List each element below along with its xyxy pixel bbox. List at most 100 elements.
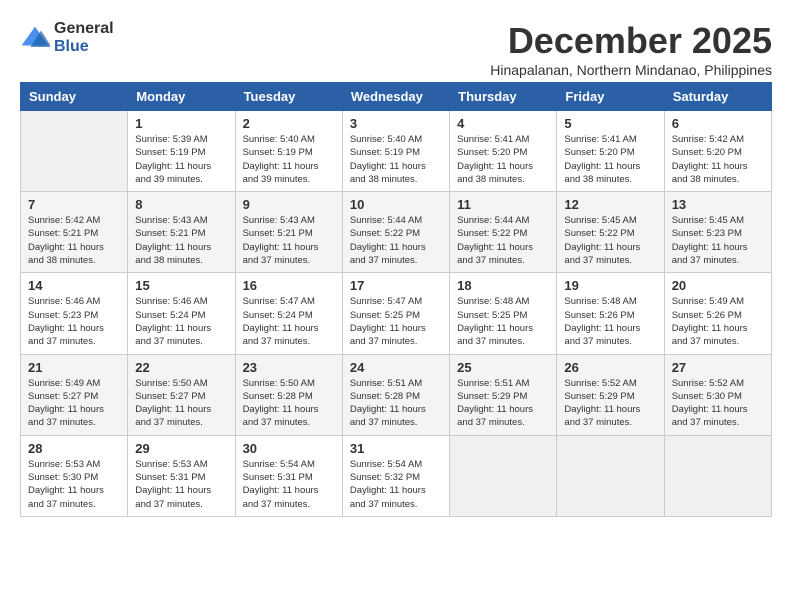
calendar-cell: 19Sunrise: 5:48 AM Sunset: 5:26 PM Dayli… — [557, 273, 664, 354]
calendar-cell: 12 Sunrise: 5:45 AM Sunset: 5:22 PM Dayli… — [557, 192, 664, 273]
cell-info: Sunrise: 5:52 AM Sunset: 5:29 PM Dayligh… — [564, 377, 656, 430]
day-number: 20 — [672, 278, 764, 293]
cell-info: Sunrise: 5:54 AM Sunset: 5:31 PM Dayligh… — [243, 458, 335, 511]
day-number: 5 — [564, 116, 656, 131]
header-cell-friday: Friday — [557, 83, 664, 111]
month-title: December 2025 — [490, 20, 772, 62]
calendar-cell: 2 Sunrise: 5:40 AM Sunset: 5:19 PM Daylig… — [235, 111, 342, 192]
day-number: 17 — [350, 278, 442, 293]
calendar-cell: 6 Sunrise: 5:42 AM Sunset: 5:20 PM Daylig… — [664, 111, 771, 192]
cell-info: Sunrise: 5:50 AM Sunset: 5:28 PM Dayligh… — [243, 377, 335, 430]
calendar-header: SundayMondayTuesdayWednesdayThursdayFrid… — [21, 83, 772, 111]
calendar-cell: 25 Sunrise: 5:51 AM Sunset: 5:29 PM Dayli… — [450, 354, 557, 435]
week-row-3: 14 Sunrise: 5:46 AM Sunset: 5:23 PM Dayli… — [21, 273, 772, 354]
calendar-cell: 26Sunrise: 5:52 AM Sunset: 5:29 PM Dayli… — [557, 354, 664, 435]
header-cell-sunday: Sunday — [21, 83, 128, 111]
cell-info: Sunrise: 5:49 AM Sunset: 5:26 PM Dayligh… — [672, 295, 764, 348]
day-number: 30 — [243, 441, 335, 456]
calendar-cell: 3 Sunrise: 5:40 AM Sunset: 5:19 PM Daylig… — [342, 111, 449, 192]
day-number: 10 — [350, 197, 442, 212]
cell-info: Sunrise: 5:51 AM Sunset: 5:28 PM Dayligh… — [350, 377, 442, 430]
calendar-body: 1Sunrise: 5:39 AM Sunset: 5:19 PM Daylig… — [21, 111, 772, 517]
cell-info: Sunrise: 5:54 AM Sunset: 5:32 PM Dayligh… — [350, 458, 442, 511]
cell-info: Sunrise: 5:48 AM Sunset: 5:25 PM Dayligh… — [457, 295, 549, 348]
day-number: 27 — [672, 360, 764, 375]
cell-info: Sunrise: 5:44 AM Sunset: 5:22 PM Dayligh… — [350, 214, 442, 267]
cell-info: Sunrise: 5:50 AM Sunset: 5:27 PM Dayligh… — [135, 377, 227, 430]
calendar-cell: 27Sunrise: 5:52 AM Sunset: 5:30 PM Dayli… — [664, 354, 771, 435]
day-number: 28 — [28, 441, 120, 456]
logo-blue-text: Blue — [54, 38, 114, 56]
calendar-cell: 4 Sunrise: 5:41 AM Sunset: 5:20 PM Daylig… — [450, 111, 557, 192]
day-number: 16 — [243, 278, 335, 293]
day-number: 21 — [28, 360, 120, 375]
day-number: 3 — [350, 116, 442, 131]
cell-info: Sunrise: 5:39 AM Sunset: 5:19 PM Dayligh… — [135, 133, 227, 186]
location-title: Hinapalanan, Northern Mindanao, Philippi… — [490, 62, 772, 78]
calendar-cell — [21, 111, 128, 192]
week-row-1: 1Sunrise: 5:39 AM Sunset: 5:19 PM Daylig… — [21, 111, 772, 192]
logo-text: General Blue — [54, 20, 114, 55]
day-number: 12 — [564, 197, 656, 212]
cell-info: Sunrise: 5:41 AM Sunset: 5:20 PM Dayligh… — [457, 133, 549, 186]
logo-general-text: General — [54, 20, 114, 38]
header-row: SundayMondayTuesdayWednesdayThursdayFrid… — [21, 83, 772, 111]
cell-info: Sunrise: 5:40 AM Sunset: 5:19 PM Dayligh… — [350, 133, 442, 186]
cell-info: Sunrise: 5:48 AM Sunset: 5:26 PM Dayligh… — [564, 295, 656, 348]
title-section: December 2025 Hinapalanan, Northern Mind… — [490, 20, 772, 78]
calendar-cell: 17Sunrise: 5:47 AM Sunset: 5:25 PM Dayli… — [342, 273, 449, 354]
calendar-cell: 13Sunrise: 5:45 AM Sunset: 5:23 PM Dayli… — [664, 192, 771, 273]
calendar-cell: 8Sunrise: 5:43 AM Sunset: 5:21 PM Daylig… — [128, 192, 235, 273]
calendar-cell: 15Sunrise: 5:46 AM Sunset: 5:24 PM Dayli… — [128, 273, 235, 354]
cell-info: Sunrise: 5:42 AM Sunset: 5:20 PM Dayligh… — [672, 133, 764, 186]
calendar-cell: 31 Sunrise: 5:54 AM Sunset: 5:32 PM Dayli… — [342, 435, 449, 516]
calendar-cell: 5 Sunrise: 5:41 AM Sunset: 5:20 PM Daylig… — [557, 111, 664, 192]
week-row-2: 7Sunrise: 5:42 AM Sunset: 5:21 PM Daylig… — [21, 192, 772, 273]
calendar-cell: 21Sunrise: 5:49 AM Sunset: 5:27 PM Dayli… — [21, 354, 128, 435]
day-number: 23 — [243, 360, 335, 375]
calendar-cell — [664, 435, 771, 516]
cell-info: Sunrise: 5:43 AM Sunset: 5:21 PM Dayligh… — [243, 214, 335, 267]
cell-info: Sunrise: 5:41 AM Sunset: 5:20 PM Dayligh… — [564, 133, 656, 186]
day-number: 9 — [243, 197, 335, 212]
calendar-cell: 10 Sunrise: 5:44 AM Sunset: 5:22 PM Dayli… — [342, 192, 449, 273]
calendar-cell: 14 Sunrise: 5:46 AM Sunset: 5:23 PM Dayli… — [21, 273, 128, 354]
day-number: 6 — [672, 116, 764, 131]
header-cell-saturday: Saturday — [664, 83, 771, 111]
cell-info: Sunrise: 5:44 AM Sunset: 5:22 PM Dayligh… — [457, 214, 549, 267]
cell-info: Sunrise: 5:42 AM Sunset: 5:21 PM Dayligh… — [28, 214, 120, 267]
logo: General Blue — [20, 20, 114, 55]
calendar-cell: 30 Sunrise: 5:54 AM Sunset: 5:31 PM Dayli… — [235, 435, 342, 516]
calendar-cell: 28 Sunrise: 5:53 AM Sunset: 5:30 PM Dayli… — [21, 435, 128, 516]
day-number: 15 — [135, 278, 227, 293]
week-row-4: 21Sunrise: 5:49 AM Sunset: 5:27 PM Dayli… — [21, 354, 772, 435]
calendar-cell: 11Sunrise: 5:44 AM Sunset: 5:22 PM Dayli… — [450, 192, 557, 273]
cell-info: Sunrise: 5:46 AM Sunset: 5:23 PM Dayligh… — [28, 295, 120, 348]
header: General Blue December 2025 Hinapalanan, … — [20, 20, 772, 78]
day-number: 14 — [28, 278, 120, 293]
calendar-cell: 7Sunrise: 5:42 AM Sunset: 5:21 PM Daylig… — [21, 192, 128, 273]
calendar-cell: 9 Sunrise: 5:43 AM Sunset: 5:21 PM Daylig… — [235, 192, 342, 273]
calendar-cell — [450, 435, 557, 516]
day-number: 2 — [243, 116, 335, 131]
calendar-cell: 29Sunrise: 5:53 AM Sunset: 5:31 PM Dayli… — [128, 435, 235, 516]
cell-info: Sunrise: 5:53 AM Sunset: 5:30 PM Dayligh… — [28, 458, 120, 511]
calendar-table: SundayMondayTuesdayWednesdayThursdayFrid… — [20, 82, 772, 517]
day-number: 24 — [350, 360, 442, 375]
cell-info: Sunrise: 5:45 AM Sunset: 5:22 PM Dayligh… — [564, 214, 656, 267]
calendar-cell: 16 Sunrise: 5:47 AM Sunset: 5:24 PM Dayli… — [235, 273, 342, 354]
page-container: General Blue December 2025 Hinapalanan, … — [20, 20, 772, 517]
day-number: 25 — [457, 360, 549, 375]
cell-info: Sunrise: 5:40 AM Sunset: 5:19 PM Dayligh… — [243, 133, 335, 186]
logo-icon — [20, 23, 50, 53]
cell-info: Sunrise: 5:51 AM Sunset: 5:29 PM Dayligh… — [457, 377, 549, 430]
header-cell-thursday: Thursday — [450, 83, 557, 111]
header-cell-monday: Monday — [128, 83, 235, 111]
calendar-cell: 22Sunrise: 5:50 AM Sunset: 5:27 PM Dayli… — [128, 354, 235, 435]
cell-info: Sunrise: 5:47 AM Sunset: 5:24 PM Dayligh… — [243, 295, 335, 348]
day-number: 31 — [350, 441, 442, 456]
cell-info: Sunrise: 5:45 AM Sunset: 5:23 PM Dayligh… — [672, 214, 764, 267]
day-number: 4 — [457, 116, 549, 131]
cell-info: Sunrise: 5:53 AM Sunset: 5:31 PM Dayligh… — [135, 458, 227, 511]
calendar-cell: 18Sunrise: 5:48 AM Sunset: 5:25 PM Dayli… — [450, 273, 557, 354]
